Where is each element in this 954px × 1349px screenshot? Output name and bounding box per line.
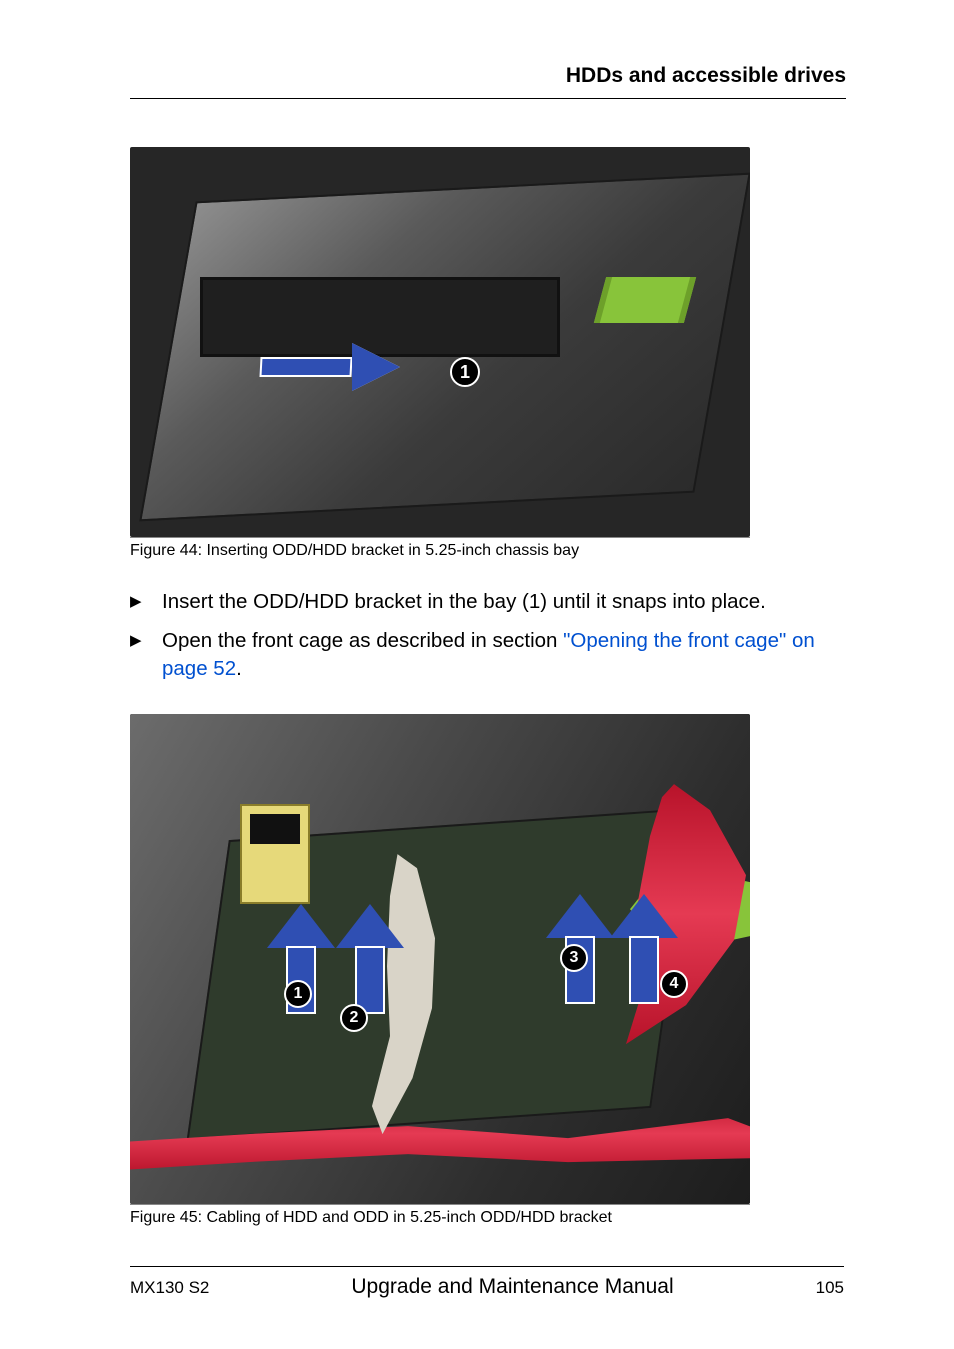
page-footer: MX130 S2 Upgrade and Maintenance Manual …: [130, 1266, 844, 1299]
list-item-text: Open the front cage as described in sect…: [162, 627, 846, 684]
power-connector-graphic: [240, 804, 310, 904]
footer-doc-title: Upgrade and Maintenance Manual: [351, 1275, 673, 1299]
callout-marker-1: 1: [284, 980, 312, 1008]
text-prefix: Open the front cage as described in sect…: [162, 629, 563, 652]
figure-44-image: 1: [130, 147, 750, 537]
callout-marker-3: 3: [560, 944, 588, 972]
footer-page-number: 105: [816, 1278, 844, 1298]
green-lever-graphic: [594, 277, 696, 323]
bullet-triangle-icon: ▶: [130, 627, 162, 651]
list-item-text: Insert the ODD/HDD bracket in the bay (1…: [162, 588, 846, 617]
drive-slot-graphic: [200, 277, 560, 357]
header-rule: [130, 98, 846, 99]
instruction-list: ▶ Insert the ODD/HDD bracket in the bay …: [130, 588, 846, 684]
callout-marker-2: 2: [340, 1004, 368, 1032]
bullet-triangle-icon: ▶: [130, 588, 162, 612]
text-suffix: .: [236, 657, 242, 680]
figure-44-caption: Figure 44: Inserting ODD/HDD bracket in …: [130, 537, 750, 560]
list-item: ▶ Insert the ODD/HDD bracket in the bay …: [130, 588, 846, 617]
footer-rule: [130, 1266, 844, 1267]
figure-45-caption: Figure 45: Cabling of HDD and ODD in 5.2…: [130, 1204, 750, 1227]
callout-marker-1: 1: [450, 357, 480, 387]
footer-model: MX130 S2: [130, 1278, 209, 1298]
list-item: ▶ Open the front cage as described in se…: [130, 627, 846, 684]
callout-marker-4: 4: [660, 970, 688, 998]
section-header: HDDs and accessible drives: [130, 64, 846, 98]
figure-45-image: 1 2 3 4: [130, 714, 750, 1204]
